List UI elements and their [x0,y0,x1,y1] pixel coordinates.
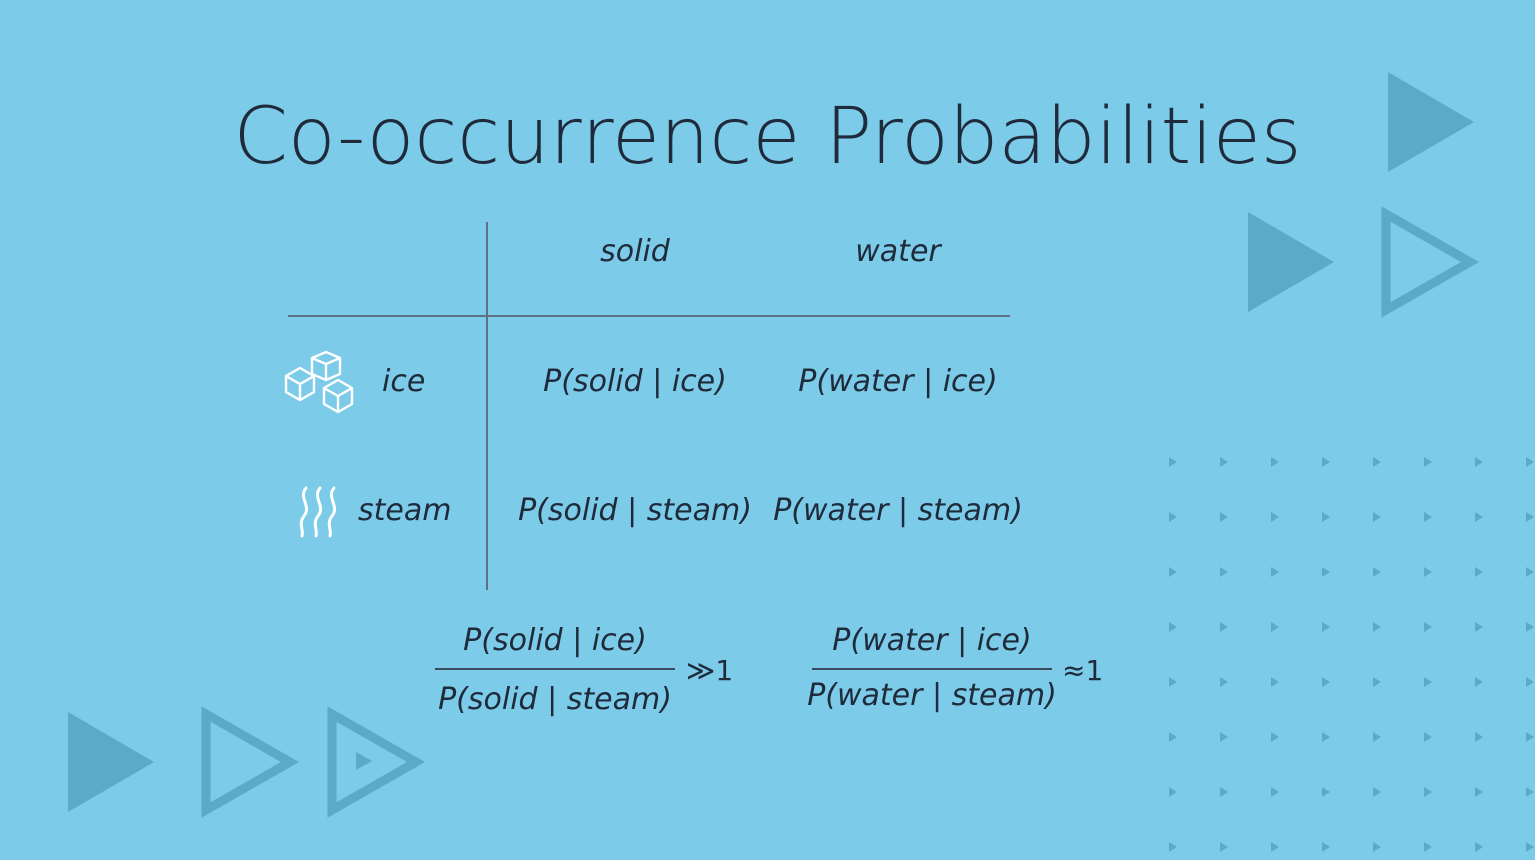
dot-grid-marker [1373,677,1381,687]
dot-grid-marker [1220,787,1228,797]
dot-grid-marker [1271,512,1279,522]
play-triangle-icon [356,752,372,770]
dot-grid-marker [1526,622,1534,632]
dot-grid-marker [1169,732,1177,742]
ratio-water-numerator: P(water | ice) [832,623,1032,658]
dot-grid-marker [1373,457,1381,467]
ice-cubes-icon [284,350,354,414]
dot-grid-marker [1220,732,1228,742]
dot-grid-marker [1169,512,1177,522]
table-vertical-divider [486,222,488,590]
dot-grid-marker [1424,842,1432,852]
dot-grid-marker [1526,567,1534,577]
cell-solid-given-steam: P(solid | steam) [518,493,752,528]
dot-grid-marker [1271,622,1279,632]
dot-grid-marker [1169,567,1177,577]
outline-triangle-icon [201,706,300,818]
dot-grid-marker [1322,622,1330,632]
play-triangle-icon [1248,212,1334,312]
dot-grid-marker [1424,677,1432,687]
dot-grid-marker [1475,677,1483,687]
cell-solid-given-ice: P(solid | ice) [543,364,727,399]
ratio-solid-denominator: P(solid | steam) [438,682,672,717]
dot-grid-marker [1526,842,1534,852]
dot-grid-marker [1271,677,1279,687]
dot-grid-marker [1322,567,1330,577]
dot-grid-marker [1526,732,1534,742]
ratio-water-fraction-bar [812,668,1052,670]
dot-grid-marker [1322,842,1330,852]
dot-grid-marker [1373,732,1381,742]
dot-grid-marker [1526,787,1534,797]
dot-grid-marker [1322,512,1330,522]
dot-grid-marker [1169,622,1177,632]
dot-grid-marker [1475,842,1483,852]
outline-triangle-icon [1381,206,1480,318]
ratio-solid-numerator: P(solid | ice) [463,623,647,658]
dot-grid-marker [1322,787,1330,797]
dot-grid-marker [1373,512,1381,522]
ratio-solid-fraction-bar [435,668,675,670]
dot-grid-marker [1169,842,1177,852]
dot-grid-marker [1271,787,1279,797]
dot-grid-marker [1271,732,1279,742]
dot-grid-marker [1526,457,1534,467]
dot-grid-marker [1424,622,1432,632]
dot-grid-marker [1220,677,1228,687]
dot-grid-marker [1220,842,1228,852]
dot-grid-marker [1271,567,1279,577]
steam-icon [299,486,337,538]
dot-grid-marker [1424,567,1432,577]
dot-grid-marker [1373,622,1381,632]
dot-grid-marker [1424,512,1432,522]
dot-grid-marker [1424,732,1432,742]
dot-grid-marker [1220,512,1228,522]
dot-grid [1169,457,1534,852]
dot-grid-marker [1373,567,1381,577]
table-horizontal-divider [288,315,1010,317]
dot-grid-marker [1220,622,1228,632]
row-label-ice: ice [382,364,426,399]
play-triangle-icon [68,712,154,812]
ratio-solid-relation: ≫1 [686,654,734,687]
dot-grid-marker [1322,732,1330,742]
slide: Co-occurrence Probabilities solid water … [0,0,1535,860]
dot-grid-marker [1475,457,1483,467]
dot-grid-marker [1526,677,1534,687]
ratio-water-denominator: P(water | steam) [807,678,1057,713]
dot-grid-marker [1220,567,1228,577]
dot-grid-marker [1424,457,1432,467]
dot-grid-marker [1373,787,1381,797]
dot-grid-marker [1475,732,1483,742]
cell-water-given-steam: P(water | steam) [773,493,1023,528]
dot-grid-marker [1169,677,1177,687]
dot-grid-marker [1475,567,1483,577]
cell-water-given-ice: P(water | ice) [798,364,998,399]
slide-title: Co-occurrence Probabilities [233,92,1302,182]
ratio-water-relation: ≈1 [1062,654,1104,687]
column-header-solid: solid [600,234,670,269]
dot-grid-marker [1220,457,1228,467]
dot-grid-marker [1322,457,1330,467]
dot-grid-marker [1271,842,1279,852]
dot-grid-marker [1475,512,1483,522]
dot-grid-marker [1475,622,1483,632]
dot-grid-marker [1169,787,1177,797]
dot-grid-marker [1424,787,1432,797]
dot-grid-marker [1373,842,1381,852]
outline-triangle-icon [327,706,426,818]
dot-grid-marker [1475,787,1483,797]
dot-grid-marker [1271,457,1279,467]
row-label-steam: steam [358,493,452,528]
dot-grid-marker [1169,457,1177,467]
dot-grid-marker [1322,677,1330,687]
dot-grid-marker [1526,512,1534,522]
column-header-water: water [855,234,941,269]
